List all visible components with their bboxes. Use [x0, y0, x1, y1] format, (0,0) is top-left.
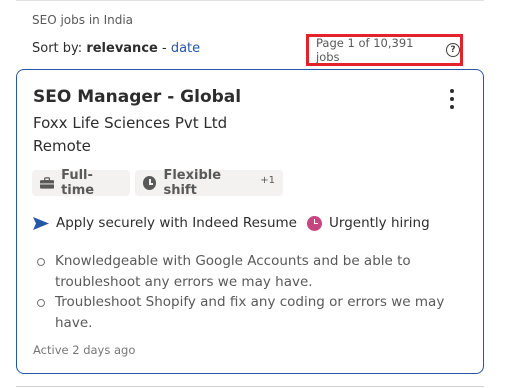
page-count-highlight: Page 1 of 10,391 jobs ? — [306, 34, 463, 66]
search-query-caption: SEO jobs in India — [32, 13, 134, 27]
more-tags-count: +1 — [260, 174, 275, 186]
snippet-bullet: Knowledgeable with Google Accounts and b… — [33, 251, 463, 292]
sort-controls: Sort by: relevance - date — [32, 41, 200, 56]
urgently-hiring-indicator: Urgently hiring — [307, 215, 430, 231]
kebab-dot — [450, 105, 454, 109]
company-name: Foxx Life Sciences Pvt Ltd — [33, 114, 228, 132]
urgent-text: Urgently hiring — [329, 215, 430, 231]
apply-text: Apply securely with Indeed Resume — [56, 215, 297, 231]
shift-label: Flexible shift — [163, 168, 222, 198]
briefcase-icon — [40, 177, 55, 189]
bottom-divider — [16, 386, 484, 387]
easy-apply-indicator: Apply securely with Indeed Resume — [33, 215, 297, 231]
help-icon[interactable]: ? — [446, 43, 460, 57]
sort-relevance-active: relevance — [86, 41, 158, 56]
kebab-dot — [450, 97, 454, 101]
posted-date: Active 2 days ago — [33, 343, 136, 357]
job-snippet: Knowledgeable with Google Accounts and b… — [33, 251, 463, 333]
page-count-text: Page 1 of 10,391 jobs — [316, 36, 414, 64]
top-divider — [16, 0, 484, 1]
job-card[interactable]: SEO Manager - Global Foxx Life Sciences … — [16, 69, 484, 374]
job-title[interactable]: SEO Manager - Global — [33, 87, 241, 107]
send-arrow-icon — [33, 216, 49, 230]
clock-icon — [143, 176, 157, 190]
job-type-tag: Full-time — [32, 168, 130, 198]
shift-tag[interactable]: Flexible shift +1 — [135, 168, 283, 198]
sort-by-date-link[interactable]: date — [171, 41, 200, 56]
sort-label: Sort by: — [32, 41, 83, 56]
job-type-label: Full-time — [61, 168, 95, 198]
snippet-bullet: Troubleshoot Shopify and fix any coding … — [33, 292, 463, 333]
sort-separator: - — [161, 41, 167, 56]
kebab-dot — [450, 89, 454, 93]
more-options-icon[interactable] — [445, 89, 459, 109]
job-location: Remote — [33, 137, 91, 155]
urgent-clock-icon — [307, 215, 322, 231]
